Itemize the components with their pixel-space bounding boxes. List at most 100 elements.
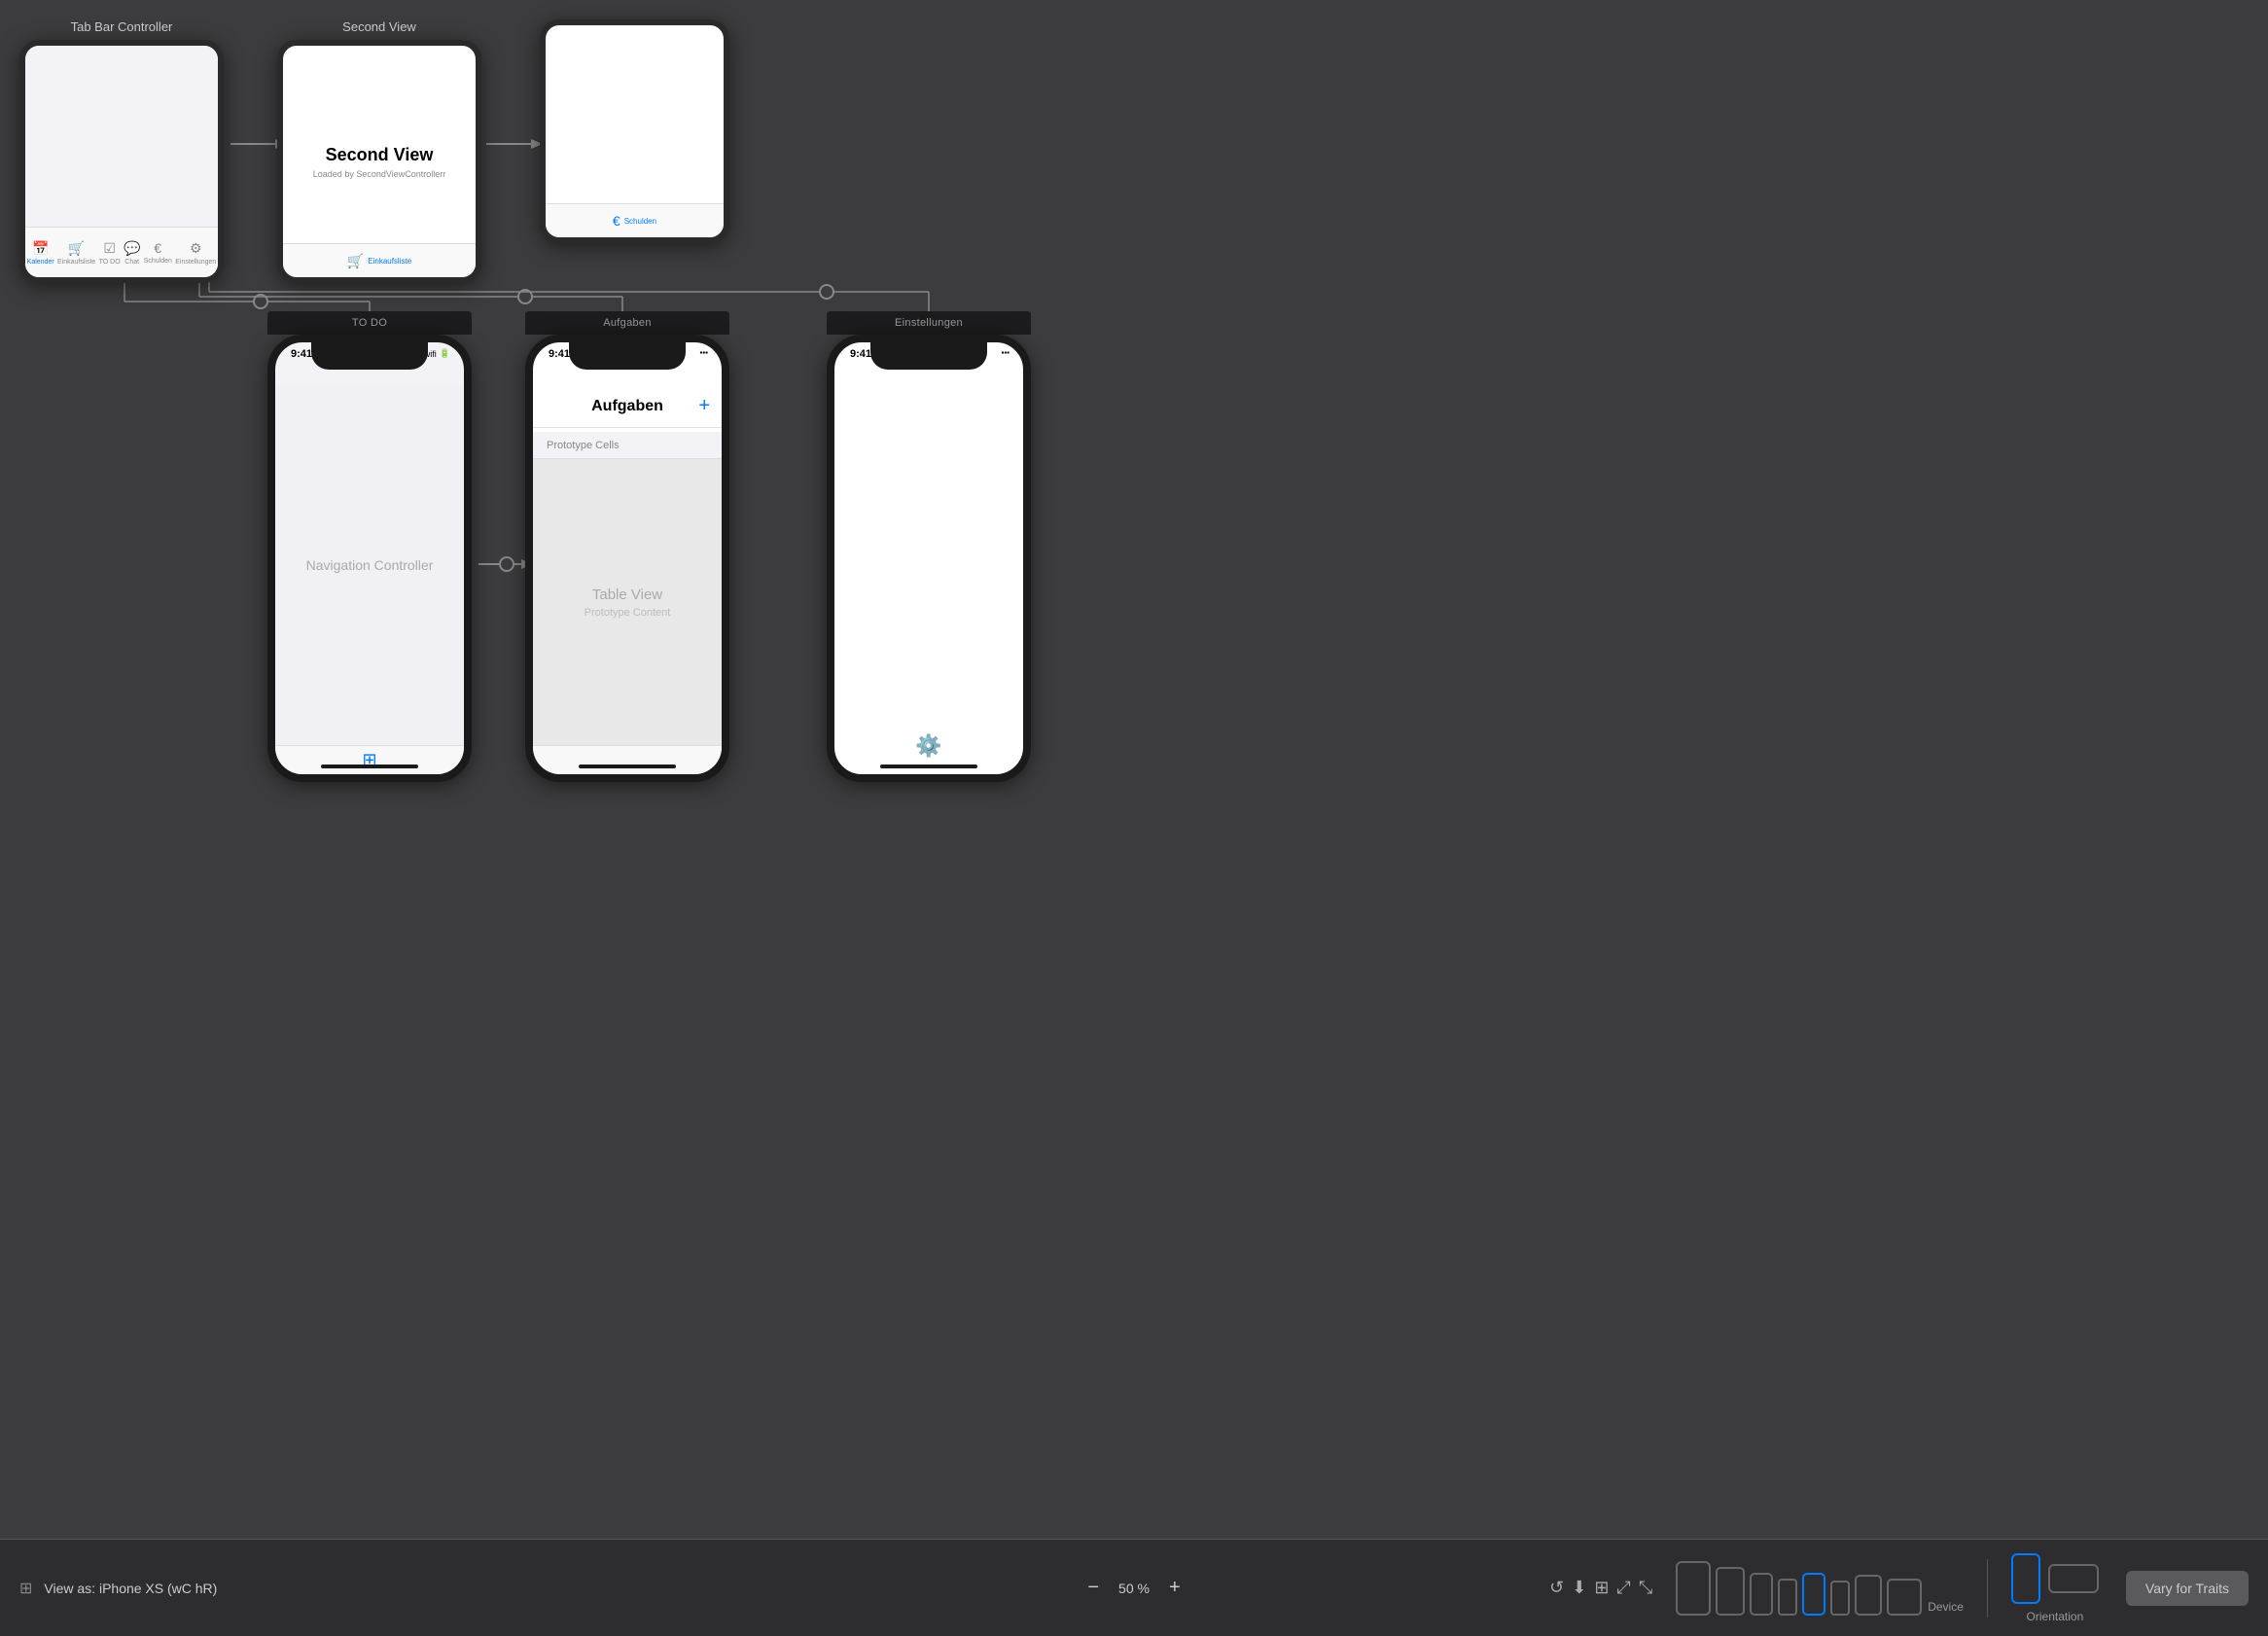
device-xs[interactable] <box>1830 1581 1850 1616</box>
tab-einkaufsliste-label: Einkaufsliste <box>57 259 95 266</box>
einstellungen-icon: ⚙ <box>190 240 202 257</box>
device-label: Device <box>1928 1600 1964 1614</box>
einstellungen-home-indicator <box>880 765 977 768</box>
aufgaben-nav-title: Aufgaben <box>591 398 663 415</box>
orientation-label: Orientation <box>2027 1610 2084 1623</box>
einstellungen-scene: Einstellungen 9:41 ▪▪▪ ⚙️ <box>827 311 1031 782</box>
tab-einstellungen-label: Einstellungen <box>175 259 216 266</box>
tbc-tabbar: 📅 Kalender 🛒 Einkaufsliste ☑ TO DO 💬 Cha… <box>25 227 218 277</box>
device-wide[interactable] <box>1887 1579 1922 1616</box>
zoom-minus-button[interactable]: − <box>1087 1577 1099 1599</box>
device-label-container: Device <box>1928 1598 1964 1616</box>
third-view-phone: € Schulden <box>540 19 729 243</box>
sv-tab-label: Einkaufsliste <box>368 257 411 266</box>
battery-icon: 🔋 <box>440 348 450 359</box>
tab-todo-label: TO DO <box>99 259 121 266</box>
tv-tab-icon: € <box>613 213 620 229</box>
todo-phone: 9:41 ▪▪▪▪ wifi 🔋 Navigation Controller ⊞ <box>267 335 472 782</box>
einstellungen-phone: 9:41 ▪▪▪ ⚙️ <box>827 335 1031 782</box>
table-view-text: Table View <box>592 587 662 603</box>
device-large-tablet[interactable] <box>1676 1561 1711 1616</box>
tbc-scene-label: Tab Bar Controller <box>19 19 224 34</box>
todo-scene: TO DO 9:41 ▪▪▪▪ wifi 🔋 Navigation Contro… <box>267 311 472 782</box>
todo-time: 9:41 <box>291 348 312 360</box>
einstellungen-status-right: ▪▪▪ <box>1001 348 1010 357</box>
sv-tab-icon: 🛒 <box>347 253 364 269</box>
table-view-content: Table View Prototype Content <box>533 459 722 745</box>
einstellungen-notch <box>870 342 987 370</box>
orientation-options <box>2011 1553 2099 1604</box>
second-view-tabbar: 🛒 Einkaufsliste <box>283 243 476 277</box>
todo-icon: ☑ <box>103 240 116 257</box>
device-medium[interactable] <box>1750 1573 1773 1616</box>
aufgaben-notch <box>569 342 686 370</box>
tab-todo: ☑ TO DO <box>99 240 121 266</box>
device-landscape[interactable] <box>1855 1575 1882 1616</box>
storyboard-canvas[interactable]: Tab Bar Controller 📅 Kalender 🛒 Einkaufs… <box>0 0 2268 1539</box>
tab-kalender: 📅 Kalender <box>27 240 54 266</box>
todo-phone-notch <box>311 342 428 370</box>
zoom-plus-button[interactable]: + <box>1169 1577 1181 1599</box>
kalender-icon: 📅 <box>32 240 49 257</box>
tab-einstellungen: ⚙ Einstellungen <box>175 240 216 266</box>
bottom-toolbar: ⊞ View as: iPhone XS (wC hR) − 50 % + ↺ … <box>0 1539 2268 1636</box>
view-as-label: View as: iPhone XS (wC hR) <box>44 1581 217 1596</box>
tab-bar-controller-scene: Tab Bar Controller 📅 Kalender 🛒 Einkaufs… <box>19 19 224 283</box>
device-selected[interactable] <box>1802 1573 1825 1616</box>
tv-tab-label: Schulden <box>624 217 656 226</box>
second-view-subtitle: Loaded by SecondViewControllerr <box>313 169 445 179</box>
zoom-percent-display: 50 % <box>1115 1581 1153 1596</box>
einstellungen-time: 9:41 <box>850 348 871 360</box>
aufgaben-home-indicator <box>579 765 676 768</box>
einstellungen-gear-icon: ⚙️ <box>915 733 941 759</box>
todo-tabbar-bottom: ⊞ <box>275 745 464 774</box>
toolbar-left: ⊞ View as: iPhone XS (wC hR) <box>19 1579 1549 1598</box>
einstellungen-battery: ▪▪▪ <box>1001 348 1010 357</box>
third-view-tabbar: € Schulden <box>546 203 724 237</box>
orientation-landscape-button[interactable] <box>2048 1564 2099 1593</box>
aufgaben-scene: Aufgaben 9:41 ▪▪▪ Aufgaben + Prototype C… <box>525 311 729 782</box>
third-view-scene: € Schulden <box>540 19 729 243</box>
expand-icon[interactable]: ⤢ <box>1616 1578 1630 1598</box>
second-view-title: Second View <box>326 145 434 165</box>
tab-schulden-label: Schulden <box>144 258 172 265</box>
tbc-phone-mockup: 📅 Kalender 🛒 Einkaufsliste ☑ TO DO 💬 Cha… <box>19 40 224 283</box>
nav-controller-text: Navigation Controller <box>306 557 434 573</box>
aufgaben-bottom <box>533 745 722 774</box>
aufgaben-scene-label: Aufgaben <box>525 311 729 335</box>
second-view-phone: Second View Loaded by SecondViewControll… <box>277 40 481 283</box>
aufgaben-navbar: Aufgaben + <box>533 385 722 428</box>
chat-icon: 💬 <box>124 240 140 257</box>
orientation-divider <box>1987 1559 1988 1618</box>
todo-scene-label: TO DO <box>267 311 472 335</box>
device-small[interactable] <box>1778 1579 1797 1616</box>
refresh-icon[interactable]: ↺ <box>1549 1578 1564 1598</box>
tab-einkaufsliste: 🛒 Einkaufsliste <box>57 240 95 266</box>
tab-chat-label: Chat <box>124 259 139 266</box>
einstellungen-scene-label: Einstellungen <box>827 311 1031 335</box>
second-view-scene: Second View Second View Loaded by Second… <box>277 19 481 283</box>
device-tablet[interactable] <box>1716 1567 1745 1616</box>
aufgaben-battery: ▪▪▪ <box>699 348 708 357</box>
toolbar-center: − 50 % + <box>1087 1577 1180 1599</box>
aufgaben-status-right: ▪▪▪ <box>699 348 708 357</box>
tab-chat: 💬 Chat <box>124 240 140 266</box>
aufgaben-add-button[interactable]: + <box>698 395 710 417</box>
table-view-sub: Prototype Content <box>585 607 671 619</box>
orientation-portrait-button[interactable] <box>2011 1553 2040 1604</box>
vary-traits-button[interactable]: Vary for Traits <box>2126 1571 2249 1606</box>
prototype-cells-label: Prototype Cells <box>533 432 722 459</box>
orientation-group: Orientation <box>2011 1553 2099 1623</box>
download-icon[interactable]: ⬇ <box>1572 1578 1586 1598</box>
aufgaben-time: 9:41 <box>549 348 570 360</box>
tab-kalender-label: Kalender <box>27 259 54 266</box>
tab-schulden: € Schulden <box>144 240 172 265</box>
fullscreen-icon[interactable]: ⤡ <box>1639 1578 1652 1598</box>
einkaufsliste-icon: 🛒 <box>68 240 85 257</box>
grid-icon[interactable]: ⊞ <box>1594 1578 1609 1598</box>
nav-controller-body: Navigation Controller <box>275 385 464 745</box>
device-size-options <box>1676 1561 1922 1616</box>
sidebar-toggle-icon[interactable]: ⊞ <box>19 1579 32 1598</box>
schulden-icon: € <box>154 240 161 256</box>
aufgaben-phone: 9:41 ▪▪▪ Aufgaben + Prototype Cells Tabl… <box>525 335 729 782</box>
